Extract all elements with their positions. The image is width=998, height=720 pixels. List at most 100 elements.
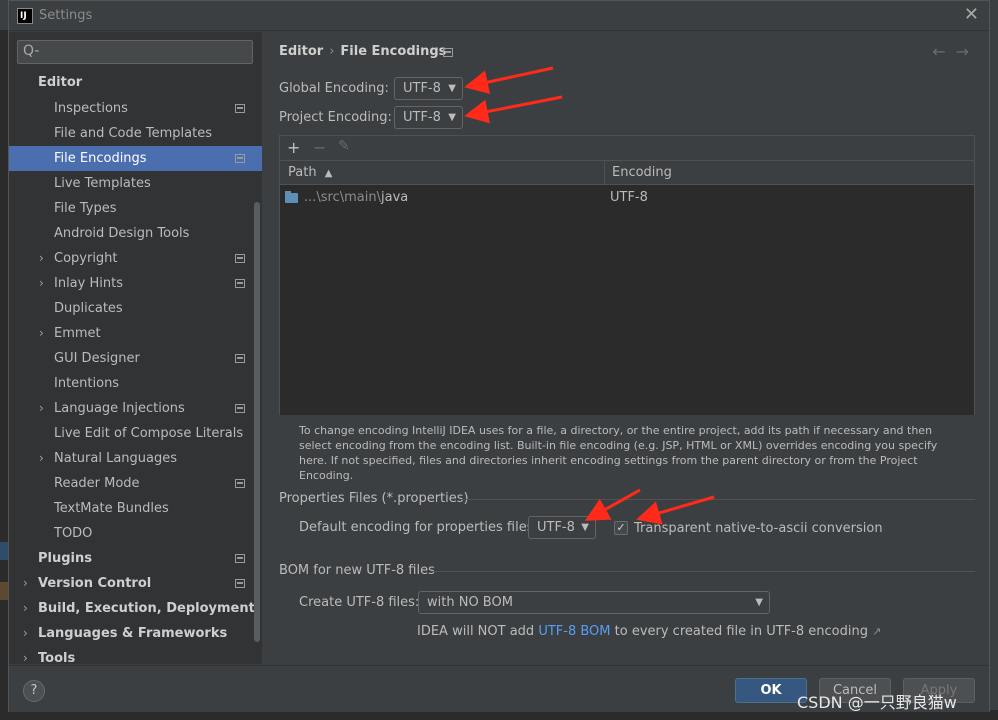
project-settings-icon [235,404,245,413]
sidebar-item-emmet[interactable]: › Emmet [9,321,262,346]
edit-icon[interactable]: ✎ [338,138,350,154]
sidebar-item-editor[interactable]: Editor [9,70,262,95]
sidebar-item-label: Duplicates [54,301,123,316]
dropdown-value: UTF-8 [537,520,575,535]
chevron-right-icon[interactable]: › [39,246,44,271]
chevron-down-icon: ▼ [448,83,456,94]
chevron-right-icon[interactable]: › [39,396,44,421]
bom-dropdown[interactable]: with NO BOM ▼ [418,591,770,614]
chevron-right-icon[interactable]: › [23,596,28,621]
settings-content: Editor › File Encodings ←→ Global Encoding… [263,32,989,664]
chevron-right-icon[interactable]: › [23,571,28,596]
chevron-down-icon: ▼ [448,112,456,123]
sidebar-item-label: TODO [54,526,93,541]
sidebar-item-inspections[interactable]: Inspections [9,96,262,121]
sidebar-item-copyright[interactable]: › Copyright [9,246,262,271]
properties-encoding-dropdown[interactable]: UTF-8 ▼ [528,516,596,539]
transparent-conversion-checkbox[interactable]: ✓ [614,521,628,535]
sidebar-item-label: Version Control [38,576,152,591]
project-encoding-dropdown[interactable]: UTF-8 ▼ [394,106,463,129]
column-divider[interactable] [604,161,605,185]
sidebar-item-duplicates[interactable]: Duplicates [9,296,262,321]
sidebar-item-file-types[interactable]: File Types [9,196,262,221]
dropdown-value: with NO BOM [427,595,513,610]
sort-ascending-icon: ▲ [324,168,333,179]
sidebar-item-languages-frameworks[interactable]: › Languages & Frameworks [9,621,262,646]
section-divider [461,499,975,500]
breadcrumb: Editor › File Encodings [279,44,446,59]
column-header-path[interactable]: Path ▲ [288,161,332,185]
background-window-edge [0,30,8,720]
chevron-down-icon: ▼ [581,522,589,533]
sidebar-item-todo[interactable]: TODO [9,521,262,546]
sidebar-item-inlay-hints[interactable]: › Inlay Hints [9,271,262,296]
sidebar-item-label: GUI Designer [54,351,140,366]
sidebar-item-plugins[interactable]: Plugins [9,546,262,571]
section-divider [431,571,975,572]
search-icon: Q- [23,43,40,59]
project-settings-icon [235,154,245,163]
sidebar-item-label: Language Injections [54,401,185,416]
dropdown-value: UTF-8 [403,110,441,125]
project-settings-icon [443,48,453,57]
csdn-watermark: CSDN @一只野良猫w [797,693,957,712]
global-encoding-dropdown[interactable]: UTF-8 ▼ [394,77,463,100]
create-utf8-label: Create UTF-8 files: [299,595,420,610]
sidebar-scrollbar[interactable] [254,202,260,642]
sidebar-item-live-templates[interactable]: Live Templates [9,171,262,196]
sidebar-item-label: Editor [38,75,83,90]
column-header-encoding[interactable]: Encoding [612,161,672,185]
table-header: Path ▲ Encoding [280,160,974,185]
breadcrumb-parent[interactable]: Editor [279,44,323,59]
sidebar-item-android-design-tools[interactable]: Android Design Tools [9,221,262,246]
sidebar-item-label: Build, Execution, Deployment [38,601,255,616]
bom-note-text: IDEA will NOT add [417,624,539,639]
chevron-right-icon[interactable]: › [39,271,44,296]
sidebar-item-label: File and Code Templates [54,126,212,141]
bom-note: IDEA will NOT add UTF-8 BOM to every cre… [417,624,881,639]
utf8-bom-link[interactable]: UTF-8 BOM [538,624,610,639]
sidebar-item-label: TextMate Bundles [54,501,169,516]
sidebar-item-reader-mode[interactable]: Reader Mode [9,471,262,496]
chevron-right-icon[interactable]: › [39,321,44,346]
sidebar-item-file-and-code-templates[interactable]: File and Code Templates [9,121,262,146]
sidebar-item-version-control[interactable]: › Version Control [9,571,262,596]
table-body: ...\src\main\java UTF-8 [280,185,974,415]
table-row[interactable]: ...\src\main\java UTF-8 [280,185,974,210]
chevron-right-icon[interactable]: › [39,446,44,471]
chevron-down-icon: ▼ [755,597,763,608]
sidebar-item-natural-languages[interactable]: › Natural Languages [9,446,262,471]
close-icon[interactable]: ✕ [964,4,979,25]
sidebar-item-language-injections[interactable]: › Language Injections [9,396,262,421]
sidebar-item-label: File Encodings [54,151,147,166]
row-path: ...\src\main\java [304,190,409,205]
help-button[interactable]: ? [23,680,45,702]
sidebar-item-label: Inspections [54,101,128,116]
global-encoding-label: Global Encoding: [279,81,389,96]
add-icon[interactable]: + [287,138,300,157]
settings-sidebar: Q- Editor Inspections File and Code Temp… [9,32,262,666]
project-settings-icon [235,554,245,563]
project-settings-icon [235,479,245,488]
sidebar-item-gui-designer[interactable]: GUI Designer [9,346,262,371]
settings-dialog: IJ Settings ✕ Q- Editor Inspections File… [8,0,990,712]
sidebar-item-file-encodings[interactable]: File Encodings [9,146,262,171]
remove-icon[interactable]: − [313,138,326,157]
chevron-right-icon[interactable]: › [23,621,28,646]
transparent-conversion-label[interactable]: Transparent native-to-ascii conversion [634,521,883,536]
sidebar-item-textmate-bundles[interactable]: TextMate Bundles [9,496,262,521]
row-encoding[interactable]: UTF-8 [610,185,648,210]
back-arrow-icon[interactable]: ← [932,42,955,61]
external-link-icon: ↗ [872,625,882,638]
sidebar-item-label: Android Design Tools [54,226,190,241]
sidebar-item-label: Emmet [54,326,101,341]
sidebar-item-build-execution-deployment[interactable]: › Build, Execution, Deployment [9,596,262,621]
sidebar-item-label: Live Templates [54,176,151,191]
sidebar-item-intentions[interactable]: Intentions [9,371,262,396]
breadcrumb-current: File Encodings [340,44,447,59]
project-settings-icon [235,354,245,363]
settings-search-input[interactable]: Q- [17,40,253,64]
project-settings-icon [235,279,245,288]
forward-arrow-icon[interactable]: → [956,42,979,61]
sidebar-item-live-edit-compose-literals[interactable]: Live Edit of Compose Literals [9,421,262,446]
